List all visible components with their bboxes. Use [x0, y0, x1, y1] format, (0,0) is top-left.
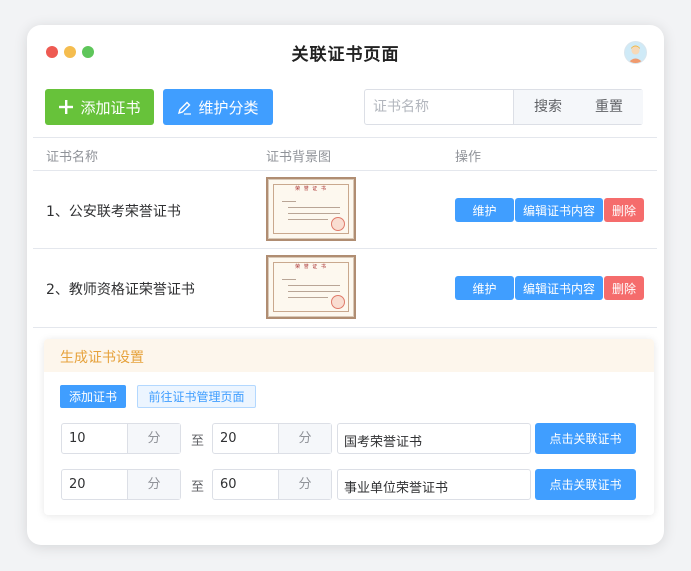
score-unit: 分: [278, 470, 331, 499]
score-from-input[interactable]: 10 分: [61, 423, 181, 454]
add-certificate-label: 添加证书: [80, 98, 141, 117]
score-unit: 分: [278, 424, 331, 453]
certificate-background-thumbnail[interactable]: 荣 誉 证 书: [266, 177, 356, 241]
delete-button[interactable]: 删除: [604, 276, 644, 300]
score-unit: 分: [127, 470, 180, 499]
panel-title: 生成证书设置: [60, 350, 144, 366]
add-certificate-button[interactable]: 添加证书: [45, 89, 154, 125]
score-to-input[interactable]: 20 分: [212, 423, 332, 454]
add-rule-button[interactable]: 添加证书: [60, 385, 126, 408]
panel-header: 生成证书设置: [44, 339, 654, 372]
edit-certificate-content-button[interactable]: 编辑证书内容: [515, 276, 603, 300]
certificate-background-thumbnail[interactable]: 荣 誉 证 书: [266, 255, 356, 319]
maintain-button[interactable]: 维护: [455, 276, 514, 300]
linked-certificate-value: 国考荣誉证书: [344, 435, 423, 450]
certificate-name-search-input[interactable]: [365, 90, 513, 124]
maintain-category-button[interactable]: 维护分类: [163, 89, 273, 125]
column-header-actions: 操作: [455, 150, 482, 165]
maintain-button[interactable]: 维护: [455, 198, 514, 222]
column-header-background: 证书背景图: [266, 150, 332, 165]
table-top-divider: [33, 137, 657, 138]
row-divider: [33, 327, 657, 328]
row-divider: [33, 248, 657, 249]
score-to-input[interactable]: 60 分: [212, 469, 332, 500]
reset-button[interactable]: 重置: [595, 90, 623, 124]
link-certificate-button[interactable]: 点击关联证书: [535, 469, 636, 500]
score-from-value: 20: [69, 477, 86, 492]
certificate-name: 1、公安联考荣誉证书: [46, 204, 181, 220]
link-certificate-button[interactable]: 点击关联证书: [535, 423, 636, 454]
thumbnail-heading: 荣 誉 证 书: [295, 186, 327, 192]
score-from-value: 10: [69, 431, 86, 446]
range-separator: 至: [191, 434, 205, 449]
thumbnail-heading: 荣 誉 证 书: [295, 264, 327, 270]
edit-icon: [178, 101, 192, 115]
score-to-value: 60: [220, 477, 237, 492]
search-button[interactable]: 搜索: [534, 90, 562, 124]
goto-certificate-management-button[interactable]: 前往证书管理页面: [137, 385, 256, 408]
score-to-value: 20: [220, 431, 237, 446]
score-unit: 分: [127, 424, 180, 453]
maintain-category-label: 维护分类: [198, 98, 259, 117]
user-avatar-icon[interactable]: [624, 41, 647, 64]
page-title: 关联证书页面: [291, 45, 400, 65]
score-from-input[interactable]: 20 分: [61, 469, 181, 500]
range-separator: 至: [191, 480, 205, 495]
search-actions: 搜索 重置: [513, 90, 643, 124]
linked-certificate-value: 事业单位荣誉证书: [344, 481, 449, 496]
linked-certificate-field[interactable]: 事业单位荣誉证书: [337, 469, 531, 500]
seal-icon: [331, 217, 345, 231]
linked-certificate-field[interactable]: 国考荣誉证书: [337, 423, 531, 454]
edit-certificate-content-button[interactable]: 编辑证书内容: [515, 198, 603, 222]
delete-button[interactable]: 删除: [604, 198, 644, 222]
search-group: 搜索 重置: [364, 89, 643, 125]
seal-icon: [331, 295, 345, 309]
table-header-divider: [33, 170, 657, 171]
plus-icon: [59, 100, 74, 114]
certificate-name: 2、教师资格证荣誉证书: [46, 282, 195, 298]
column-header-name: 证书名称: [46, 150, 99, 165]
